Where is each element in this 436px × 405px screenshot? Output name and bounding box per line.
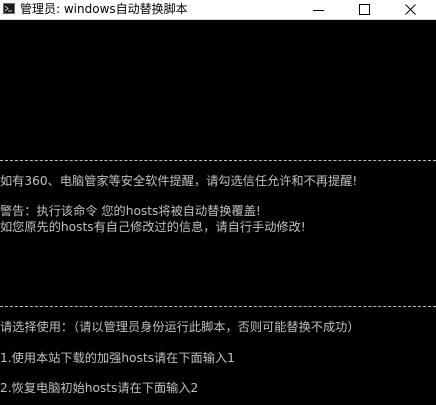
- maximize-icon: [359, 4, 370, 15]
- warning-security-software: 如有360、电脑管家等安全软件提醒，请勾选信任允许和不再提醒!: [0, 174, 358, 188]
- console-app-icon[interactable]: [3, 3, 15, 14]
- minimize-icon: [313, 10, 324, 11]
- window-title: 管理员: windows自动替换脚本: [20, 2, 188, 16]
- close-button[interactable]: [388, 0, 434, 19]
- close-icon: [405, 4, 416, 15]
- maximize-button[interactable]: [342, 0, 388, 19]
- dashed-divider: [0, 160, 436, 161]
- minimize-button[interactable]: [296, 0, 342, 19]
- console-output[interactable]: 如有360、电脑管家等安全软件提醒，请勾选信任允许和不再提醒! 警告：执行该命令…: [0, 20, 436, 405]
- warning-hosts-replace: 警告：执行该命令 您的hosts将被自动替换覆盖!: [0, 204, 261, 218]
- dashed-divider: [0, 306, 436, 307]
- warning-manual-edit: 如您原先的hosts有自己修改过的信息，请自行手动修改!: [0, 220, 306, 234]
- title-bar[interactable]: 管理员: windows自动替换脚本: [0, 0, 436, 20]
- console-window: 管理员: windows自动替换脚本 如有360、电脑管家等安全软件提醒，请勾选…: [0, 0, 436, 405]
- option-1: 1.使用本站下载的加强hosts请在下面输入1: [0, 351, 235, 365]
- choose-usage-prompt: 请选择使用：（请以管理员身份运行此脚本，否则可能替换不成功）: [0, 320, 360, 334]
- option-2: 2.恢复电脑初始hosts请在下面输入2: [0, 381, 199, 395]
